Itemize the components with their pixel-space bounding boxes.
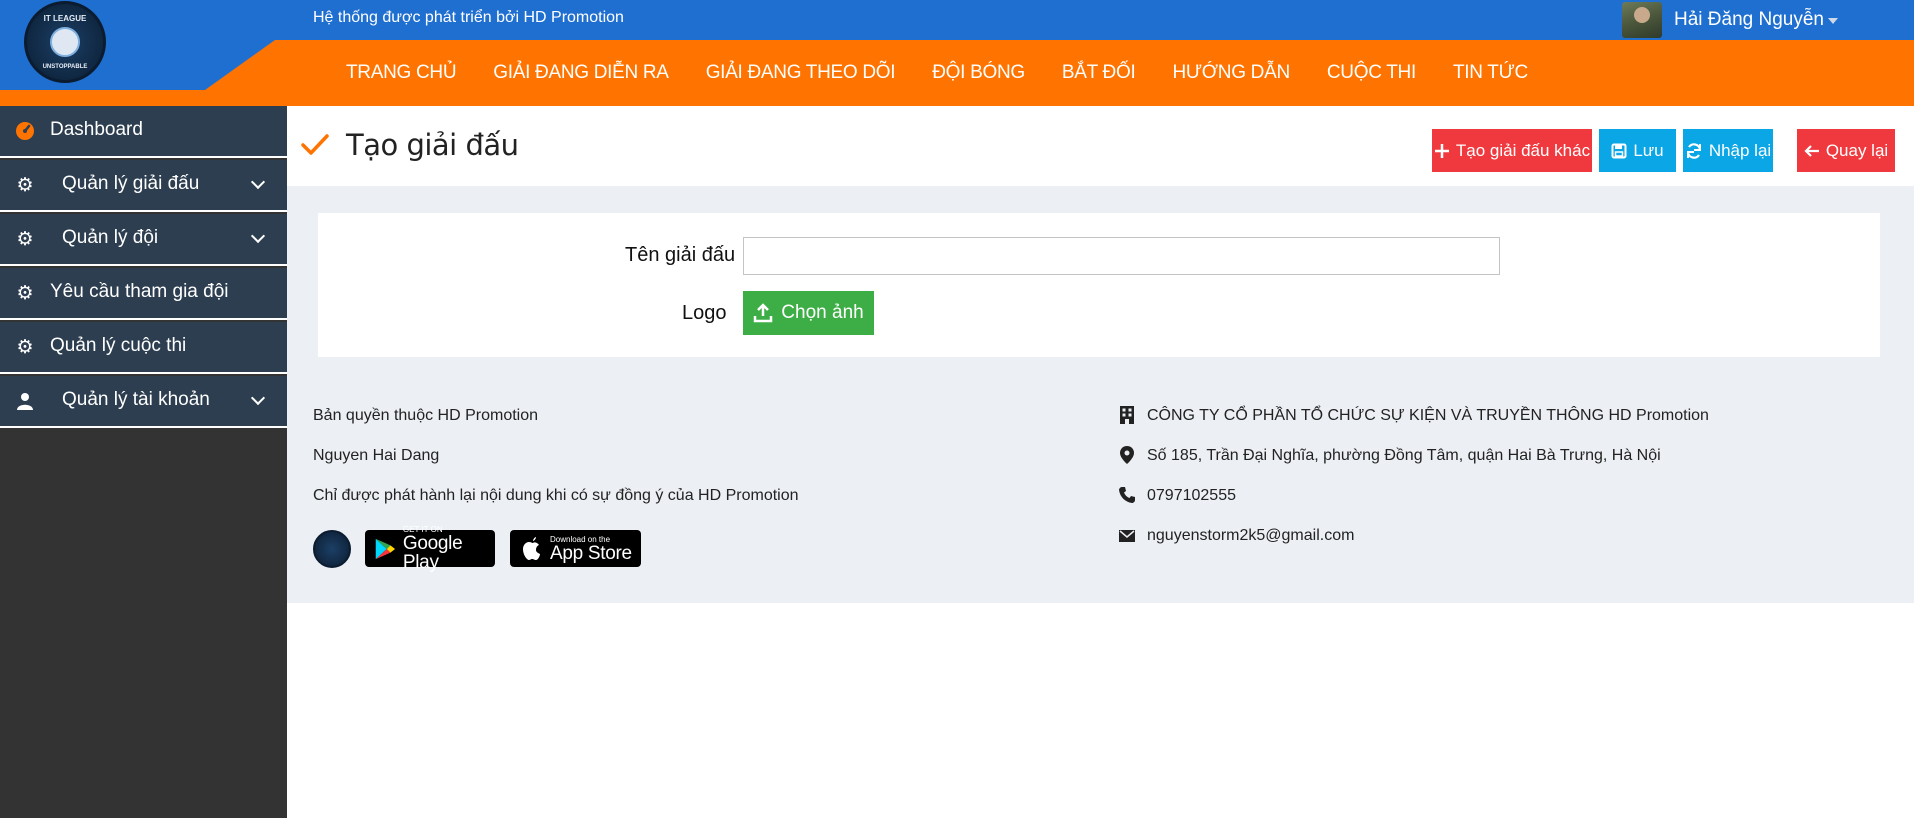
google-play-badge[interactable]: GET IT ON Google Play bbox=[365, 525, 495, 572]
sidebar-item-teams[interactable]: ⚙ Quản lý đội bbox=[0, 214, 287, 266]
reset-button[interactable]: Nhập lại bbox=[1683, 129, 1773, 172]
phone-icon bbox=[1118, 486, 1136, 504]
footer-copyright: Bản quyền thuộc HD Promotion bbox=[313, 407, 539, 424]
user-icon bbox=[14, 390, 36, 412]
sidebar-item-contests[interactable]: ⚙ Quản lý cuộc thi bbox=[0, 322, 287, 374]
nav-item-news[interactable]: TIN TỨC bbox=[1453, 62, 1528, 84]
reset-label: Nhập lại bbox=[1708, 140, 1772, 160]
plus-icon bbox=[1434, 143, 1449, 158]
choose-image-label: Chọn ảnh bbox=[781, 302, 864, 323]
logo-bottom-text: UNSTOPPABLE bbox=[42, 64, 88, 70]
back-button[interactable]: Quay lại bbox=[1797, 129, 1895, 172]
logo-label: Logo bbox=[682, 302, 727, 324]
check-icon bbox=[301, 134, 329, 155]
sidebar-item-label: Quản lý cuộc thi bbox=[50, 335, 187, 356]
sidebar-item-join-requests[interactable]: ⚙ Yêu cầu tham gia đội bbox=[0, 268, 287, 320]
tournament-name-label: Tên giải đấu bbox=[625, 244, 736, 266]
avatar bbox=[1622, 2, 1662, 38]
map-marker-icon bbox=[1118, 446, 1136, 464]
save-icon bbox=[1611, 143, 1627, 158]
sidebar-item-tournaments[interactable]: ⚙ Quản lý giải đấu bbox=[0, 160, 287, 212]
sidebar-item-label: Yêu cầu tham gia đội bbox=[50, 281, 229, 302]
sidebar-item-label: Quản lý giải đấu bbox=[62, 173, 200, 194]
envelope-icon bbox=[1118, 527, 1136, 545]
soccer-ball-icon bbox=[50, 27, 80, 57]
google-play-icon bbox=[375, 538, 396, 559]
nav-item-teams[interactable]: ĐỘI BÓNG bbox=[932, 62, 1025, 84]
google-play-big: Google Play bbox=[402, 533, 463, 573]
user-menu[interactable]: Hải Đăng Nguyễn bbox=[1622, 2, 1838, 38]
gear-icon: ⚙ bbox=[16, 228, 34, 250]
nav-item-guide[interactable]: HƯỚNG DẪN bbox=[1172, 62, 1290, 84]
page-title: Tạo giải đấu bbox=[346, 128, 519, 162]
sidebar bbox=[0, 106, 287, 818]
gear-icon: ⚙ bbox=[16, 336, 34, 358]
back-label: Quay lại bbox=[1825, 140, 1889, 160]
choose-image-button[interactable]: Chọn ảnh bbox=[743, 291, 874, 335]
app-store-badge[interactable]: Download on the App Store bbox=[510, 530, 641, 567]
nav-item-contest[interactable]: CUỘC THI bbox=[1327, 62, 1416, 84]
save-button[interactable]: Lưu bbox=[1599, 129, 1676, 172]
footer-logo[interactable] bbox=[313, 530, 351, 568]
save-label: Lưu bbox=[1633, 140, 1664, 160]
footer-author: Nguyen Hai Dang bbox=[313, 447, 440, 464]
sidebar-item-accounts[interactable]: Quản lý tài khoản bbox=[0, 376, 287, 428]
footer-company: CÔNG TY CỔ PHẦN TỔ CHỨC SỰ KIỆN VÀ TRUYỀ… bbox=[1147, 407, 1709, 424]
gear-icon: ⚙ bbox=[16, 174, 34, 196]
chevron-down-icon bbox=[250, 174, 266, 190]
caret-down-icon bbox=[1827, 18, 1838, 24]
nav-item-match[interactable]: BẮT ĐỐI bbox=[1062, 62, 1136, 84]
nav-item-home[interactable]: TRANG CHỦ bbox=[346, 62, 457, 84]
gear-icon: ⚙ bbox=[16, 282, 34, 304]
footer-email: nguyenstorm2k5@gmail.com bbox=[1147, 527, 1355, 544]
footer-address: Số 185, Trần Đại Nghĩa, phường Đồng Tâm,… bbox=[1147, 447, 1661, 464]
user-name: Hải Đăng Nguyễn bbox=[1674, 9, 1824, 30]
arrow-left-icon bbox=[1804, 144, 1819, 157]
footer-phone: 0797102555 bbox=[1147, 487, 1236, 504]
tournament-name-input[interactable] bbox=[743, 237, 1500, 275]
footer-notice: Chỉ được phát hành lại nội dung khi có s… bbox=[313, 487, 799, 504]
logo-slant bbox=[205, 40, 275, 90]
upload-icon bbox=[754, 303, 773, 323]
chevron-down-icon bbox=[250, 228, 266, 244]
refresh-icon bbox=[1686, 142, 1701, 159]
sidebar-item-label: Quản lý tài khoản bbox=[62, 389, 210, 410]
nav-item-following[interactable]: GIẢI ĐANG THEO DÕI bbox=[706, 62, 896, 84]
form-card bbox=[318, 213, 1880, 357]
building-icon bbox=[1118, 406, 1136, 424]
create-other-button[interactable]: Tạo giải đấu khác bbox=[1432, 129, 1592, 172]
sidebar-item-label: Quản lý đội bbox=[62, 227, 159, 248]
main-nav: TRANG CHỦ GIẢI ĐANG DIỄN RA GIẢI ĐANG TH… bbox=[346, 40, 1565, 106]
app-store-big: App Store bbox=[550, 542, 632, 564]
sidebar-item-label: Dashboard bbox=[50, 119, 143, 140]
dashboard-icon bbox=[14, 120, 36, 142]
nav-item-ongoing[interactable]: GIẢI ĐANG DIỄN RA bbox=[493, 62, 669, 84]
create-other-label: Tạo giải đấu khác bbox=[1455, 140, 1591, 160]
chevron-down-icon bbox=[250, 390, 266, 406]
site-logo[interactable]: IT LEAGUE UNSTOPPABLE bbox=[24, 1, 106, 83]
apple-icon bbox=[523, 536, 540, 560]
header-tagline: Hệ thống được phát triển bởi HD Promotio… bbox=[313, 9, 624, 26]
logo-top-text: IT LEAGUE bbox=[43, 14, 87, 23]
sidebar-item-dashboard[interactable]: Dashboard bbox=[0, 106, 287, 158]
